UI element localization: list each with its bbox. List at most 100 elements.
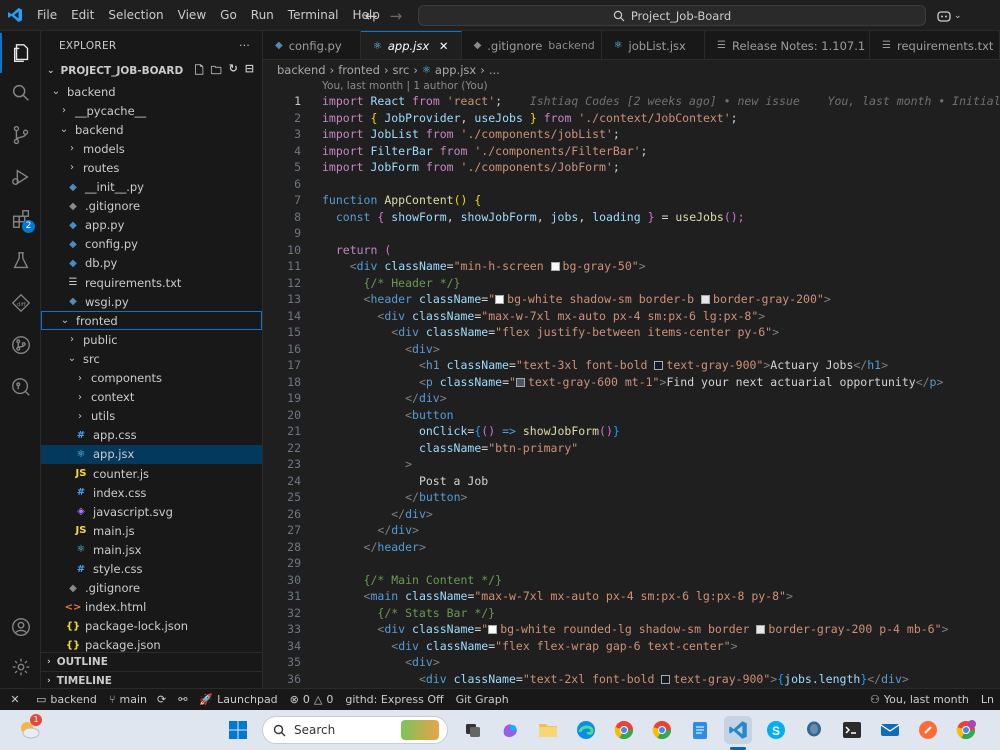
file-app-css[interactable]: # app.css [41, 426, 262, 445]
new-file-icon[interactable]: 🗋 [195, 62, 204, 81]
command-center[interactable]: Project_Job-Board [418, 5, 926, 26]
postman-icon[interactable] [914, 716, 942, 744]
forward-arrow-icon[interactable]: → [390, 7, 403, 25]
color-swatch[interactable] [756, 625, 766, 634]
file-counter-js[interactable]: JS counter.js [41, 464, 262, 483]
folder-src[interactable]: ⌄ src [41, 349, 262, 368]
color-swatch[interactable] [550, 262, 560, 271]
new-folder-icon[interactable]: 🗀 [211, 62, 222, 81]
remote-indicator[interactable]: ✕ [0, 693, 30, 706]
code-editor[interactable]: 1 2 3 4 5 6 7 8 9 10 11 12 13 14 15 16 17 18 19 20 21 22 23 24 2… [263, 94, 1000, 688]
breadcrumb-item[interactable]: src [393, 63, 410, 77]
search-icon[interactable] [0, 73, 41, 113]
file-javascript-svg[interactable]: ◈ javascript.svg [41, 502, 262, 521]
menu-terminal[interactable]: Terminal [281, 0, 346, 31]
status-gitgraph[interactable]: Git Graph [450, 693, 515, 706]
git-graph-icon[interactable] [0, 325, 41, 365]
tab-release-notes[interactable]: ☰ Release Notes: 1.107.1 [705, 31, 870, 59]
file-index-html[interactable]: <> index.html [41, 598, 262, 617]
blame-codelens[interactable]: You, last month | 1 author (You) [322, 80, 488, 95]
tab-joblist-jsx[interactable]: ⚛ jobList.jsx [602, 31, 705, 59]
refresh-icon[interactable]: ↻ [229, 62, 238, 81]
color-swatch[interactable] [654, 361, 664, 370]
menu-run[interactable]: Run [244, 0, 281, 31]
folder-fronted[interactable]: ⌄ fronted [41, 311, 262, 331]
chrome-browser-icon[interactable] [610, 716, 638, 744]
file-style-css[interactable]: # style.css [41, 560, 262, 579]
status-branch[interactable]: ⑂ main ⟳ [103, 693, 172, 706]
menu-go[interactable]: Go [213, 0, 244, 31]
file-main-jsx[interactable]: ⚛ main.jsx [41, 540, 262, 559]
settings-gear-icon[interactable] [0, 647, 41, 687]
chrome-profile-icon[interactable] [648, 716, 676, 744]
folder-utils[interactable]: › utils [41, 407, 262, 426]
chrome-canary-icon[interactable] [952, 716, 980, 744]
file-db-py[interactable]: ◆ db.py [41, 254, 262, 273]
status-problems[interactable]: ⊗ 0 △ 0 [284, 693, 340, 706]
folder-backend[interactable]: ⌄ backend [41, 82, 262, 101]
explorer-icon[interactable] [0, 33, 41, 73]
file-app-py[interactable]: ◆ app.py [41, 216, 262, 235]
status-folder[interactable]: ▭ backend [30, 693, 103, 706]
file-explorer-icon[interactable] [534, 716, 562, 744]
folder-context[interactable]: › context [41, 388, 262, 407]
breadcrumb-item[interactable]: backend [277, 63, 326, 77]
folder-components[interactable]: › components [41, 369, 262, 388]
file-requirements-txt[interactable]: ☰ requirements.txt [41, 273, 262, 292]
copilot-icon[interactable] [936, 9, 952, 23]
file-app-jsx[interactable]: ⚛ app.jsx [41, 444, 262, 464]
status-cursor[interactable]: Ln [975, 693, 1000, 706]
folder-pycache[interactable]: › __pycache__ [41, 101, 262, 120]
outline-section[interactable]: › OUTLINE [41, 652, 262, 671]
vscode-taskbar-icon[interactable] [724, 716, 752, 744]
menu-view[interactable]: View [171, 0, 213, 31]
skype-icon[interactable]: S [762, 716, 790, 744]
close-icon[interactable]: ✕ [439, 39, 449, 53]
file-main-js[interactable]: JS main.js [41, 521, 262, 540]
project-root[interactable]: ⌄ PROJECT_JOB-BOARD 🗋 🗀 ↻ ⊟ [41, 60, 262, 82]
folder-models[interactable]: › models [41, 139, 262, 158]
edge-browser-icon[interactable] [572, 716, 600, 744]
status-launchpad[interactable]: 🚀 Launchpad [193, 693, 283, 706]
more-actions-icon[interactable]: ··· [239, 40, 250, 52]
breadcrumb-item[interactable]: fronted [338, 63, 380, 77]
folder-routes[interactable]: › routes [41, 158, 262, 177]
tab-config-py[interactable]: ◆ config.py [263, 31, 361, 59]
task-view-icon[interactable] [459, 716, 487, 744]
file-wsgi-py[interactable]: ◆ wsgi.py [41, 292, 262, 311]
account-icon[interactable] [0, 607, 41, 647]
file-init-py[interactable]: ◆ __init__.py [41, 178, 262, 197]
notepad-icon[interactable] [686, 716, 714, 744]
copilot-app-icon[interactable] [496, 716, 524, 744]
color-swatch[interactable] [488, 625, 498, 634]
menu-edit[interactable]: Edit [64, 0, 101, 31]
folder-backend[interactable]: ⌄ backend [41, 120, 262, 139]
mail-icon[interactable] [876, 716, 904, 744]
color-swatch[interactable] [495, 295, 505, 304]
status-git-graph-icon[interactable]: ⚯ [172, 693, 193, 706]
file-index-css[interactable]: # index.css [41, 483, 262, 502]
color-swatch[interactable] [515, 377, 525, 387]
source-control-icon[interactable] [0, 115, 41, 155]
file-package-lock-json[interactable]: {} package-lock.json [41, 617, 262, 636]
file-config-py[interactable]: ◆ config.py [41, 235, 262, 254]
menu-selection[interactable]: Selection [101, 0, 170, 31]
git-diff-icon[interactable]: diff [0, 283, 41, 323]
taskbar-search[interactable]: Search [262, 716, 448, 744]
git-lens-icon[interactable] [0, 367, 41, 407]
weather-icon[interactable]: 1 [16, 714, 42, 742]
status-blame[interactable]: ⚇ You, last month [864, 693, 975, 706]
color-swatch[interactable] [661, 674, 671, 684]
folder-public[interactable]: › public [41, 330, 262, 349]
copilot-chevron-icon[interactable]: ⌄ [954, 11, 962, 21]
breadcrumb-item[interactable]: ... [489, 63, 500, 77]
extensions-icon[interactable]: 2 [0, 199, 41, 239]
breadcrumb-item[interactable]: app.jsx [435, 63, 476, 77]
file-gitignore[interactable]: ◆ .gitignore [41, 197, 262, 216]
postgres-icon[interactable] [800, 716, 828, 744]
file-gitignore[interactable]: ◆ .gitignore [41, 579, 262, 598]
tab-requirements-txt[interactable]: ☰ requirements.txt [870, 31, 1000, 59]
testing-icon[interactable] [0, 241, 41, 281]
windows-start-icon[interactable] [224, 716, 252, 744]
tab-app-jsx[interactable]: ⚛ app.jsx ✕ [360, 31, 462, 59]
